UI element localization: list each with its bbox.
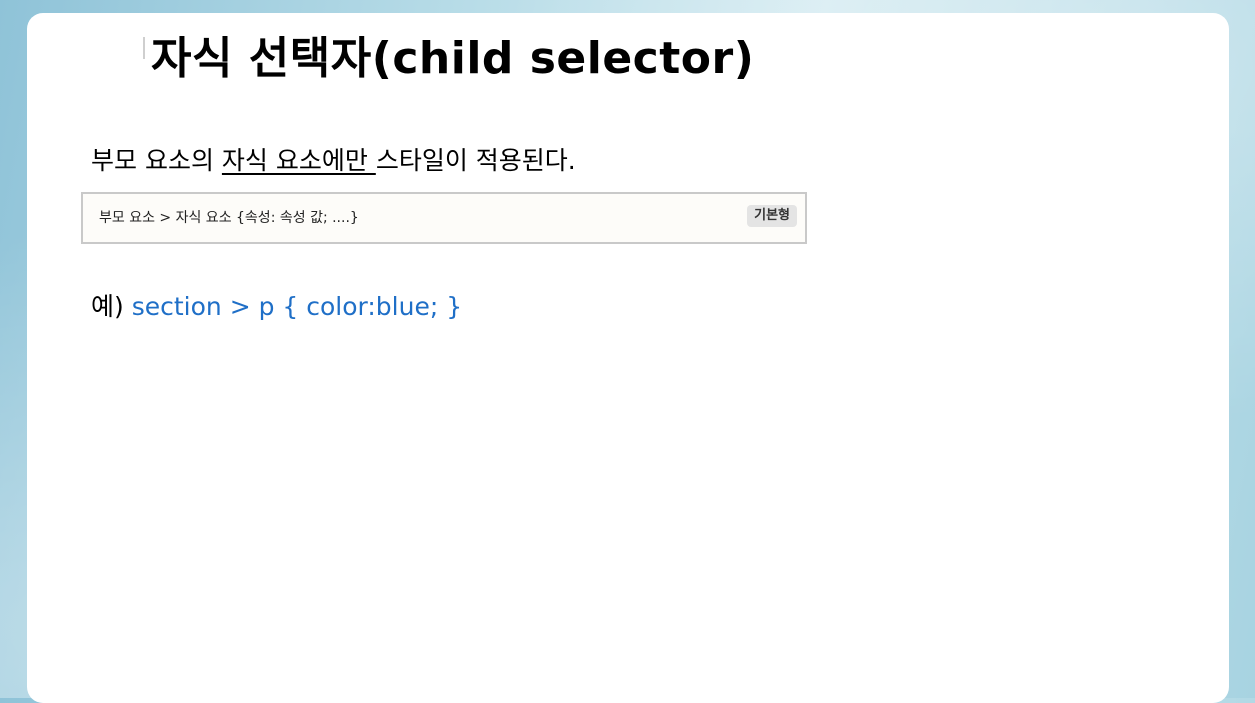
example-prefix: 예) [91,292,132,321]
description-before: 부모 요소의 [91,146,222,175]
slide-card: 자식 선택자(child selector) 부모 요소의 자식 요소에만 스타… [27,13,1229,703]
syntax-badge: 기본형 [747,205,797,227]
syntax-text: 부모 요소 > 자식 요소 {속성: 속성 값; ....} [99,210,359,226]
syntax-box: 부모 요소 > 자식 요소 {속성: 속성 값; ....} 기본형 [81,192,807,244]
example: 예) section > p { color:blue; } [91,289,462,325]
page-title: 자식 선택자(child selector) [151,33,755,84]
description-after: 스타일이 적용된다. [375,146,576,175]
description: 부모 요소의 자식 요소에만 스타일이 적용된다. [91,143,576,179]
description-underlined: 자식 요소에만 [221,146,376,175]
example-code: section > p { color:blue; } [131,292,463,321]
title-marker [143,37,145,59]
